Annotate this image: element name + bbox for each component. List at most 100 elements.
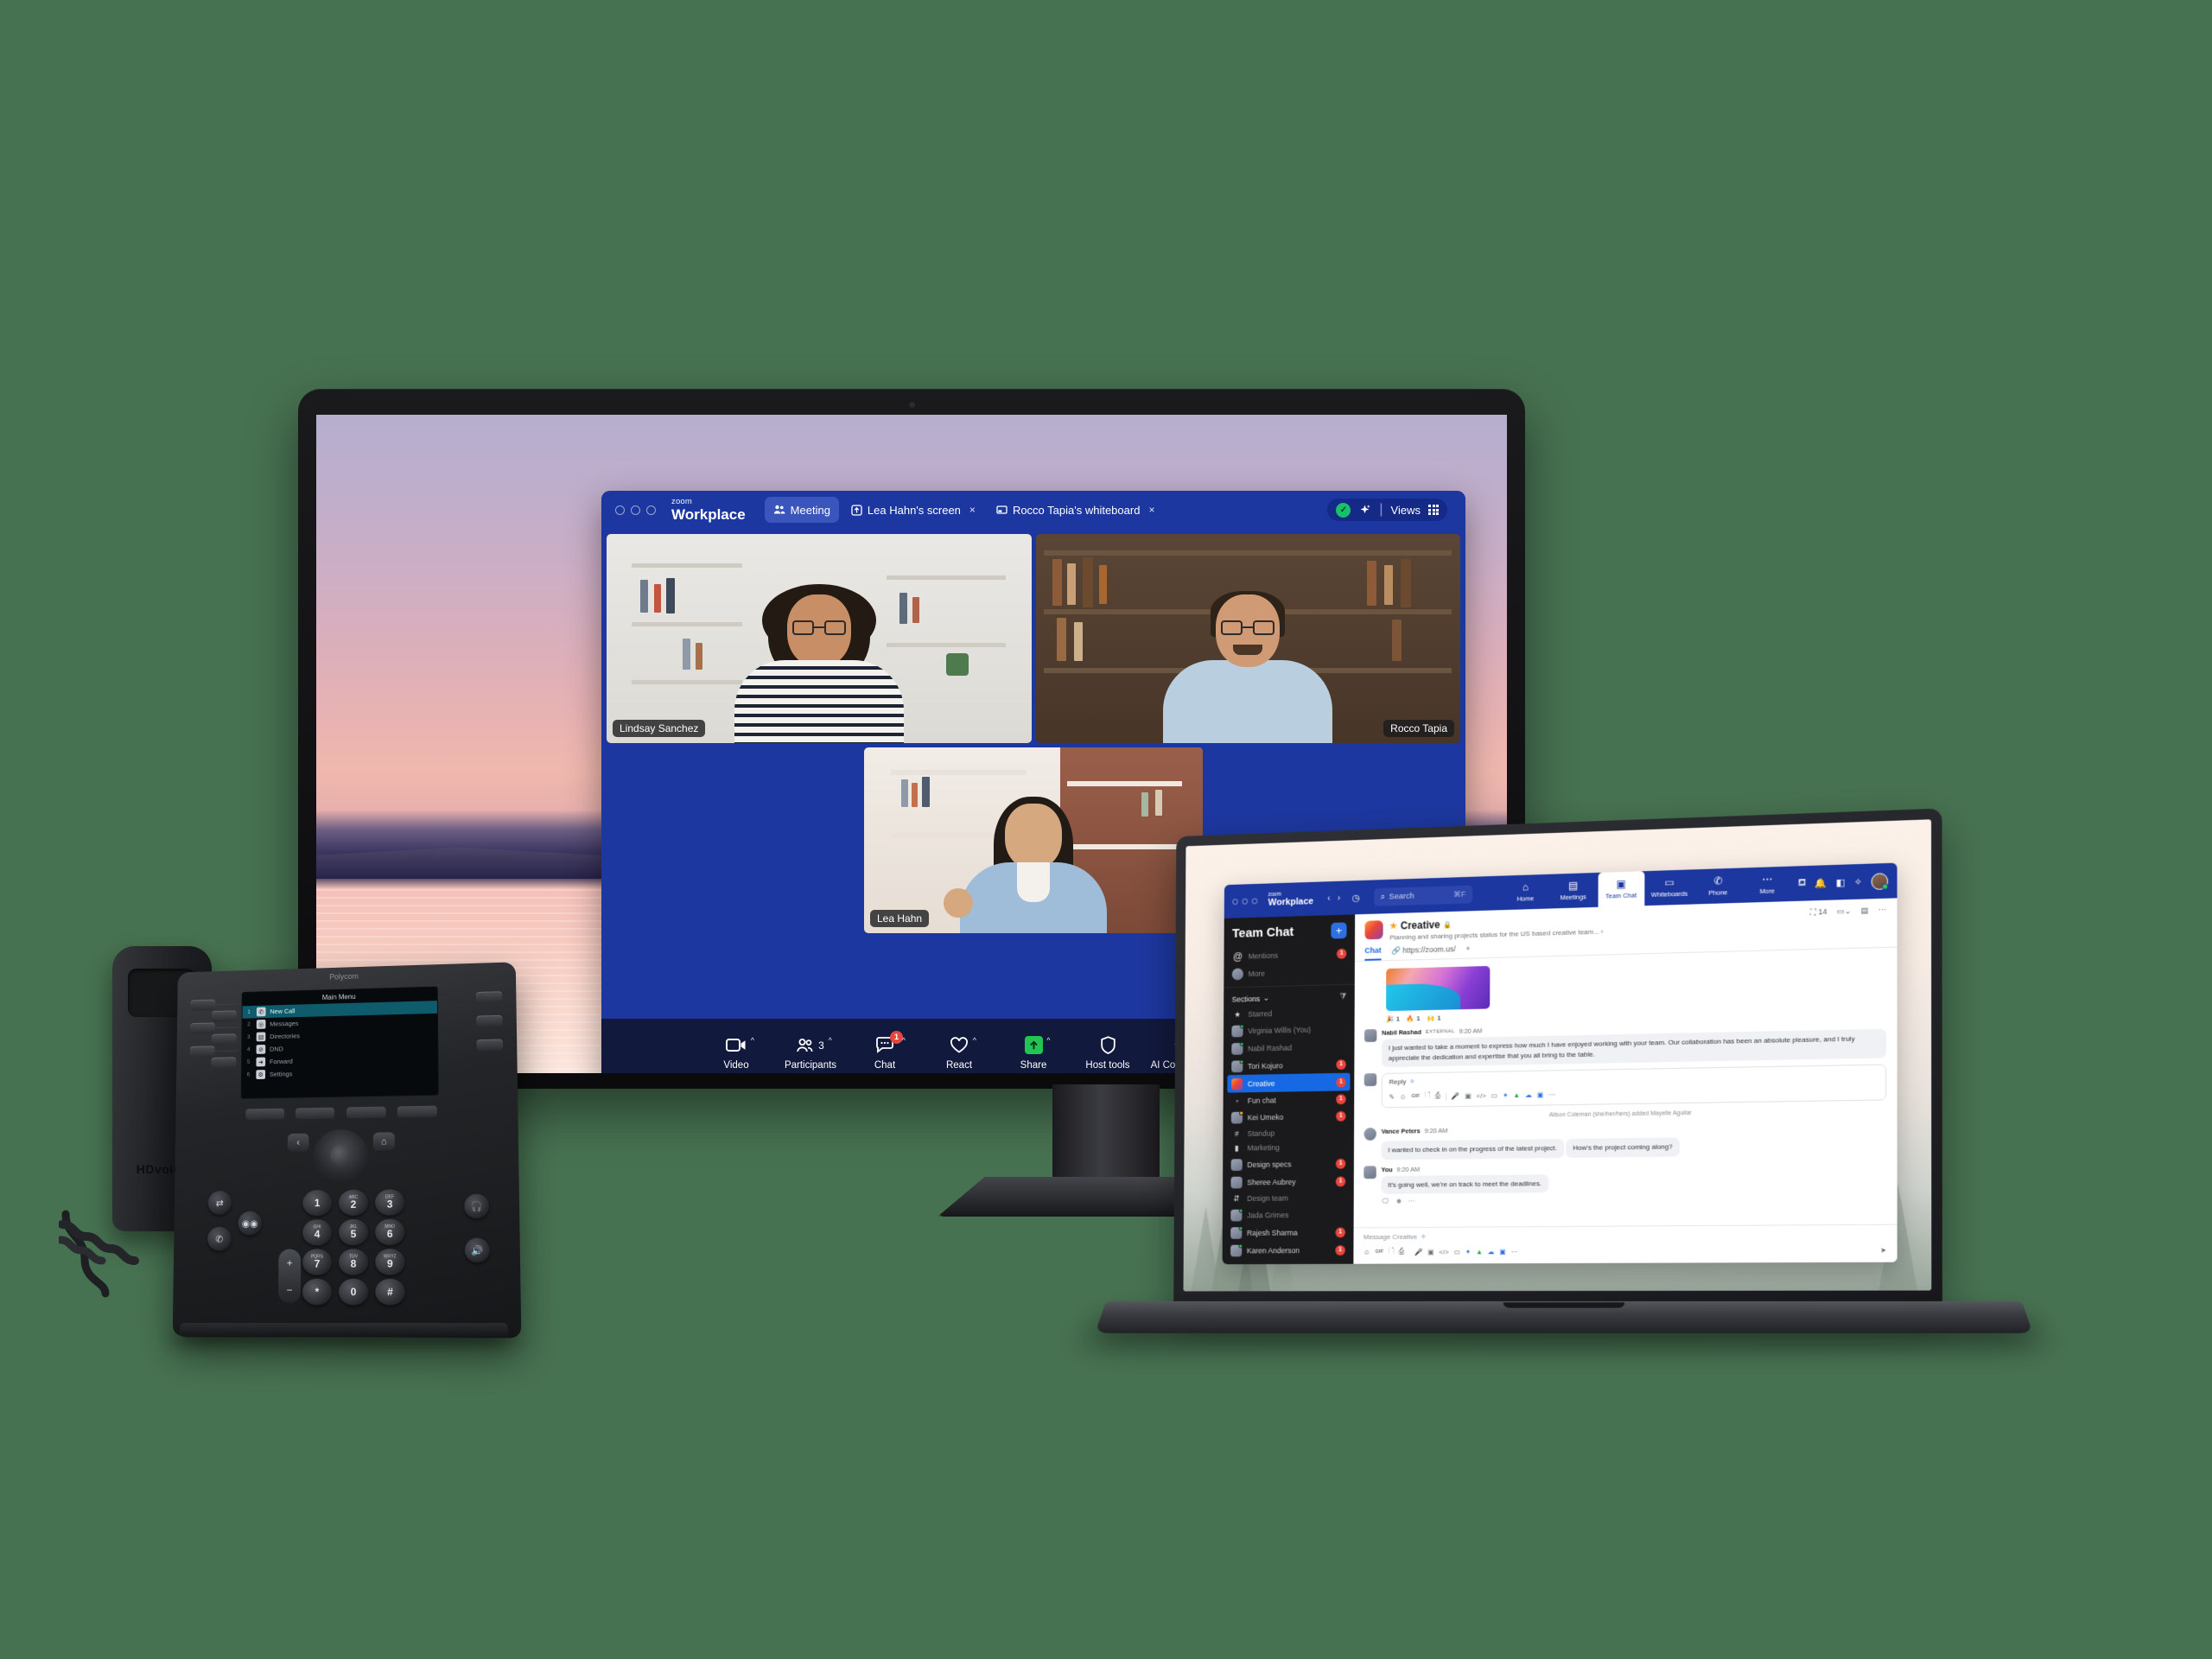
keypad-key-2[interactable]: ABC 2	[339, 1189, 369, 1217]
sidebar-item-design-specs[interactable]: Design specs 1	[1223, 1154, 1354, 1173]
participant-tile-rocco[interactable]: Rocco Tapia	[1035, 534, 1460, 743]
soft-key-4[interactable]	[397, 1105, 437, 1118]
more-dots-icon[interactable]: ⋯	[1408, 1198, 1415, 1205]
chevron-up-icon[interactable]: ^	[751, 1036, 754, 1045]
participant-tile-lindsay[interactable]: Lindsay Sanchez	[607, 534, 1032, 743]
screen-icon[interactable]: ▭	[1491, 1091, 1497, 1099]
reaction-party[interactable]: 🎉 1	[1386, 1015, 1400, 1023]
line-key-7[interactable]	[475, 991, 503, 1003]
nav-team-chat[interactable]: ▣ Team Chat	[1598, 871, 1645, 907]
avatar[interactable]	[1363, 1166, 1376, 1179]
keypad-key-0[interactable]: 0	[338, 1278, 369, 1306]
tab-rocco-whiteboard[interactable]: Rocco Tapia's whiteboard ×	[988, 497, 1164, 523]
sidebar-item-fun-chat[interactable]: ▫ Fun chat 1	[1224, 1090, 1355, 1109]
nav-home[interactable]: ⌂ Home	[1503, 874, 1548, 910]
toolbar-share-button[interactable]: ^ Share	[996, 1035, 1071, 1071]
volume-down-icon[interactable]: −	[287, 1283, 293, 1295]
keypad-key-3[interactable]: DEF 3	[374, 1189, 405, 1216]
chevron-up-icon[interactable]: ^	[1046, 1036, 1050, 1045]
filter-icon[interactable]: ⧩	[1339, 992, 1346, 1001]
audio-icon[interactable]: 🎤	[1452, 1092, 1460, 1100]
home-button[interactable]: ⌂	[372, 1132, 395, 1151]
ai-sparkle-icon[interactable]: ✧	[1409, 1077, 1415, 1085]
emoji-add-icon[interactable]: ☻	[1395, 1198, 1402, 1205]
line-key-5[interactable]	[211, 1033, 237, 1046]
line-key-6[interactable]	[211, 1057, 237, 1069]
gif-icon[interactable]: GIF	[1376, 1249, 1384, 1255]
sidebar-item-nabil-rashad[interactable]: Nabil Rashad	[1224, 1037, 1355, 1058]
search-input[interactable]: ⌕ Search ⌘F	[1373, 885, 1472, 906]
grid-icon[interactable]	[1428, 505, 1439, 515]
speaker-button[interactable]: 🔊	[464, 1237, 490, 1263]
dpad-center-button[interactable]	[330, 1144, 351, 1166]
video-camera-icon[interactable]: ▭⌄	[1837, 906, 1852, 917]
bell-icon[interactable]: 🔔	[1815, 877, 1827, 889]
toolbar-video-button[interactable]: ^ Video	[699, 1035, 773, 1071]
sidebar-item-rajesh-sharma[interactable]: Rajesh Sharma 1	[1223, 1223, 1354, 1241]
screen-icon[interactable]: ▭	[1453, 1248, 1459, 1255]
keypad-key-7[interactable]: PQRS 7	[302, 1249, 333, 1275]
more-dots-icon[interactable]: ⋯	[1548, 1090, 1555, 1098]
sidebar-item-more[interactable]: More	[1224, 962, 1355, 982]
tab-lea-hahn-screen[interactable]: Lea Hahn's screen ×	[842, 497, 984, 523]
toolbar-participants-button[interactable]: 3 ^ Participants	[773, 1035, 848, 1071]
file-icon[interactable]: 🗋	[1389, 1246, 1394, 1258]
keypad-key-9[interactable]: WXYZ 9	[375, 1249, 405, 1275]
headset-button[interactable]: 🎧	[464, 1193, 490, 1219]
sidebar-item-karen-anderson[interactable]: Karen Anderson 1	[1223, 1241, 1354, 1259]
keypad-key-star[interactable]: *	[302, 1278, 332, 1306]
avatar[interactable]	[1363, 1128, 1376, 1141]
ai-sparkle-icon[interactable]	[1358, 504, 1371, 517]
volume-up-icon[interactable]: +	[287, 1256, 293, 1268]
nav-phone[interactable]: ✆ Phone	[1694, 868, 1742, 904]
nav-more[interactable]: ⋯ More	[1744, 867, 1791, 903]
reply-input[interactable]: Reply ✧ ✎ ☺ GIF 🗋 ⎙ 🎤 ▣ </> ▭ ✦ ▲ ☁ ▣ ⋯	[1381, 1064, 1887, 1109]
new-chat-button[interactable]: +	[1331, 922, 1347, 939]
shared-image[interactable]	[1386, 965, 1491, 1012]
audio-icon[interactable]: 🎤	[1414, 1248, 1423, 1255]
keypad-key-4[interactable]: GHI 4	[302, 1219, 333, 1246]
composer-input[interactable]: Message Creative ✧	[1363, 1230, 1886, 1241]
keypad-key-5[interactable]: JKL 5	[338, 1218, 369, 1246]
sidebar-item-kei-umeko[interactable]: Kei Umeko 1	[1223, 1107, 1354, 1127]
add-tab-button[interactable]: +	[1465, 944, 1470, 957]
back-button[interactable]: ‹	[1327, 893, 1330, 903]
close-icon[interactable]: ×	[1148, 504, 1154, 516]
panel-icon[interactable]: ◧	[1836, 876, 1846, 888]
screenshot-icon[interactable]: ⎙	[1399, 1248, 1404, 1256]
screenshot-icon[interactable]: ⎙	[1435, 1092, 1440, 1101]
tab-chat[interactable]: Chat	[1364, 945, 1382, 961]
transfer-button[interactable]: ⇄	[207, 1191, 232, 1216]
drive-icon[interactable]: ▲	[1513, 1091, 1520, 1099]
volume-rocker[interactable]: + −	[278, 1249, 302, 1304]
keypad-key-hash[interactable]: #	[375, 1278, 405, 1306]
sidebar-item-marketing[interactable]: ▮ Marketing	[1223, 1139, 1354, 1155]
more-dots-icon[interactable]: ⋯	[1878, 906, 1886, 915]
line-key-4[interactable]	[212, 1010, 237, 1022]
cloud-icon[interactable]: ☁	[1525, 1090, 1532, 1098]
format-icon[interactable]: ✎	[1389, 1093, 1395, 1101]
sidebar-item-standup[interactable]: # Standup	[1223, 1124, 1354, 1141]
avatar[interactable]	[1871, 872, 1889, 890]
nav-whiteboards[interactable]: ▭ Whiteboards	[1646, 869, 1693, 906]
send-icon[interactable]: ➤	[1880, 1246, 1886, 1254]
ai-sparkle-icon[interactable]: ✧	[1421, 1233, 1427, 1241]
reply-icon[interactable]: 🗨	[1381, 1198, 1389, 1205]
toolbar-react-button[interactable]: ^ React	[922, 1035, 996, 1071]
history-clock-icon[interactable]: ◷	[1352, 892, 1360, 903]
sidebar-item-apps[interactable]: ▣ Apps	[1223, 1259, 1354, 1265]
zoom-icon[interactable]: ✦	[1503, 1091, 1509, 1099]
tab-meeting[interactable]: Meeting	[764, 497, 839, 523]
toolbar-chat-button[interactable]: 1 ^ Chat	[848, 1030, 922, 1071]
sections-header[interactable]: Sections ⌄ ⧩	[1224, 983, 1355, 1007]
more-dots-icon[interactable]: ⋯	[1511, 1248, 1518, 1255]
tab-link[interactable]: 🔗 https://zoom.us/	[1391, 944, 1456, 960]
shield-check-icon[interactable]: ✓	[1336, 502, 1351, 518]
window-controls[interactable]	[612, 505, 656, 515]
star-icon[interactable]: ★	[1389, 921, 1397, 931]
avatar[interactable]	[1363, 1029, 1377, 1043]
gif-icon[interactable]: GIF	[1411, 1094, 1420, 1099]
box-icon[interactable]: ▣	[1499, 1248, 1505, 1255]
keypad-key-8[interactable]: TUV 8	[338, 1249, 369, 1275]
voicemail-button[interactable]: ◉◉	[238, 1211, 263, 1236]
